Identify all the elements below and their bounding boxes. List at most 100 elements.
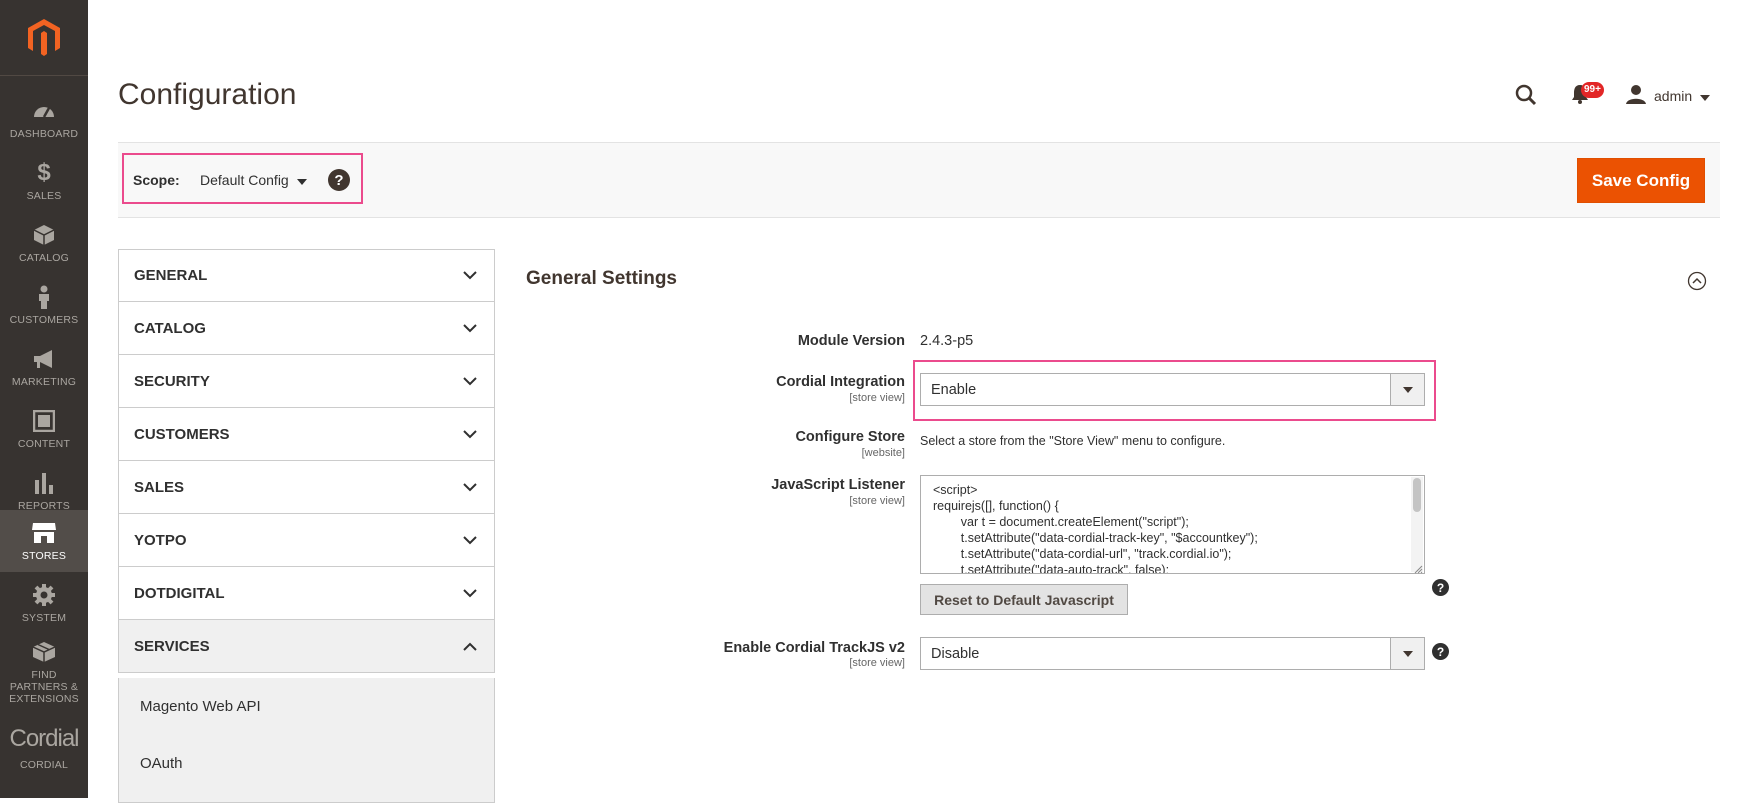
tab-label: DOTDIGITAL bbox=[134, 584, 225, 602]
tab-services[interactable]: SERVICES bbox=[118, 620, 495, 673]
select-value: Disable bbox=[931, 645, 980, 662]
reset-default-js-button[interactable]: Reset to Default Javascript bbox=[920, 584, 1128, 615]
nav-marketing[interactable]: MARKETING bbox=[0, 336, 88, 398]
box-icon bbox=[31, 222, 57, 248]
caret-down-icon bbox=[296, 172, 307, 188]
chevron-down-icon bbox=[463, 373, 477, 390]
config-tabs: GENERAL CATALOG SECURITY CUSTOMERS SALES… bbox=[118, 249, 495, 803]
megaphone-icon bbox=[31, 346, 57, 372]
user-icon bbox=[1626, 84, 1646, 107]
nav-stores-label: STORES bbox=[21, 550, 67, 562]
chevron-down-icon bbox=[463, 426, 477, 443]
save-config-button[interactable]: Save Config bbox=[1577, 158, 1705, 203]
select-value: Enable bbox=[931, 381, 977, 398]
chevron-up-icon bbox=[463, 638, 477, 655]
caret-down-icon bbox=[1390, 638, 1424, 669]
caret-down-icon bbox=[1390, 374, 1424, 405]
tab-label: CUSTOMERS bbox=[134, 425, 230, 443]
tab-sales[interactable]: SALES bbox=[118, 461, 495, 514]
js-listener-scope: [store view] bbox=[849, 495, 905, 507]
nav-customers-label: CUSTOMERS bbox=[9, 314, 79, 326]
nav-system-label: SYSTEM bbox=[21, 612, 67, 624]
user-name: admin bbox=[1654, 87, 1693, 104]
configure-store-scope: [website] bbox=[861, 447, 905, 459]
resize-handle-icon[interactable] bbox=[1413, 561, 1423, 574]
js-listener-help-icon[interactable]: ? bbox=[1432, 579, 1449, 596]
magento-logo-icon bbox=[28, 18, 60, 56]
trackjs-help-icon[interactable]: ? bbox=[1432, 643, 1449, 660]
store-icon bbox=[31, 520, 57, 546]
caret-down-icon bbox=[1700, 88, 1711, 104]
tab-label: GENERAL bbox=[134, 267, 208, 284]
trackjs-scope: [store view] bbox=[849, 657, 905, 669]
nav-sales[interactable]: $ SALES bbox=[0, 150, 88, 212]
search-icon[interactable] bbox=[1515, 84, 1537, 111]
textarea-scroll-thumb[interactable] bbox=[1413, 478, 1421, 512]
nav-cordial[interactable]: Cordial CORDIAL bbox=[0, 712, 88, 782]
module-version-value: 2.4.3-p5 bbox=[920, 333, 974, 349]
collapse-section-icon[interactable] bbox=[1687, 271, 1707, 296]
tab-label: YOTPO bbox=[134, 531, 187, 549]
scope-label: Scope: bbox=[133, 172, 180, 188]
cordial-integration-select[interactable]: Enable bbox=[920, 373, 1425, 406]
section-title: General Settings bbox=[526, 268, 677, 289]
chevron-down-icon bbox=[463, 479, 477, 496]
tab-label: SERVICES bbox=[134, 637, 210, 655]
subtab-oauth[interactable]: OAuth bbox=[119, 735, 494, 792]
nav-find-partners-label: FIND PARTNERS & EXTENSIONS bbox=[9, 669, 79, 705]
nav-catalog-label: CATALOG bbox=[18, 252, 70, 264]
tab-label: SALES bbox=[134, 478, 185, 496]
person-icon bbox=[31, 284, 57, 310]
trackjs-label: Enable Cordial TrackJS v2 bbox=[723, 640, 905, 656]
scope-value: Default Config bbox=[200, 172, 289, 188]
dashboard-icon bbox=[31, 98, 57, 124]
page-title: Configuration bbox=[118, 78, 297, 111]
nav-customers[interactable]: CUSTOMERS bbox=[0, 274, 88, 336]
notification-count-badge: 99+ bbox=[1581, 82, 1604, 98]
extensions-icon bbox=[31, 639, 57, 665]
js-listener-textarea[interactable]: <script> requirejs([], function() { var … bbox=[920, 475, 1425, 574]
tab-general[interactable]: GENERAL bbox=[118, 249, 495, 302]
nav-catalog[interactable]: CATALOG bbox=[0, 212, 88, 274]
nav-dashboard-label: DASHBOARD bbox=[9, 128, 79, 140]
tab-yotpo[interactable]: YOTPO bbox=[118, 514, 495, 567]
scope-switcher[interactable]: Default Config bbox=[200, 172, 307, 188]
gear-icon bbox=[31, 582, 57, 608]
nav-content-label: CONTENT bbox=[17, 438, 71, 450]
tab-label: SECURITY bbox=[134, 372, 210, 390]
user-menu[interactable]: admin bbox=[1626, 84, 1711, 107]
nav-dashboard[interactable]: DASHBOARD bbox=[0, 88, 88, 150]
chevron-down-icon bbox=[463, 585, 477, 602]
tab-dotdigital[interactable]: DOTDIGITAL bbox=[118, 567, 495, 620]
tab-label: CATALOG bbox=[134, 319, 206, 337]
nav-cordial-label: CORDIAL bbox=[19, 759, 69, 771]
configure-store-note: Select a store from the "Store View" men… bbox=[920, 434, 1226, 448]
magento-logo[interactable] bbox=[0, 0, 88, 76]
trackjs-select[interactable]: Disable bbox=[920, 637, 1425, 670]
nav-system[interactable]: SYSTEM bbox=[0, 572, 88, 634]
nav-stores[interactable]: STORES bbox=[0, 510, 88, 572]
nav-marketing-label: MARKETING bbox=[11, 376, 77, 388]
dollar-icon: $ bbox=[37, 159, 51, 186]
tab-customers[interactable]: CUSTOMERS bbox=[118, 408, 495, 461]
nav-sales-label: SALES bbox=[26, 190, 62, 202]
nav-find-partners[interactable]: FIND PARTNERS & EXTENSIONS bbox=[0, 638, 88, 706]
tab-security[interactable]: SECURITY bbox=[118, 355, 495, 408]
layout-icon bbox=[31, 408, 57, 434]
services-subtabs: Magento Web API OAuth bbox=[118, 678, 495, 803]
admin-sidebar: DASHBOARD $ SALES CATALOG CUSTOMERS MARK… bbox=[0, 0, 88, 798]
cordial-logo: Cordial bbox=[9, 725, 79, 752]
chevron-down-icon bbox=[463, 532, 477, 549]
tab-catalog[interactable]: CATALOG bbox=[118, 302, 495, 355]
bar-chart-icon bbox=[31, 470, 57, 496]
configure-store-label: Configure Store bbox=[795, 429, 905, 445]
chevron-down-icon bbox=[463, 320, 477, 337]
cordial-integration-label: Cordial Integration bbox=[776, 374, 905, 390]
cordial-integration-scope: [store view] bbox=[849, 392, 905, 404]
subtab-magento-web-api[interactable]: Magento Web API bbox=[119, 678, 494, 735]
chevron-down-icon bbox=[463, 267, 477, 284]
scope-help-icon[interactable]: ? bbox=[328, 169, 350, 191]
js-listener-label: JavaScript Listener bbox=[771, 477, 905, 493]
nav-content[interactable]: CONTENT bbox=[0, 398, 88, 460]
module-version-label: Module Version bbox=[797, 333, 905, 349]
